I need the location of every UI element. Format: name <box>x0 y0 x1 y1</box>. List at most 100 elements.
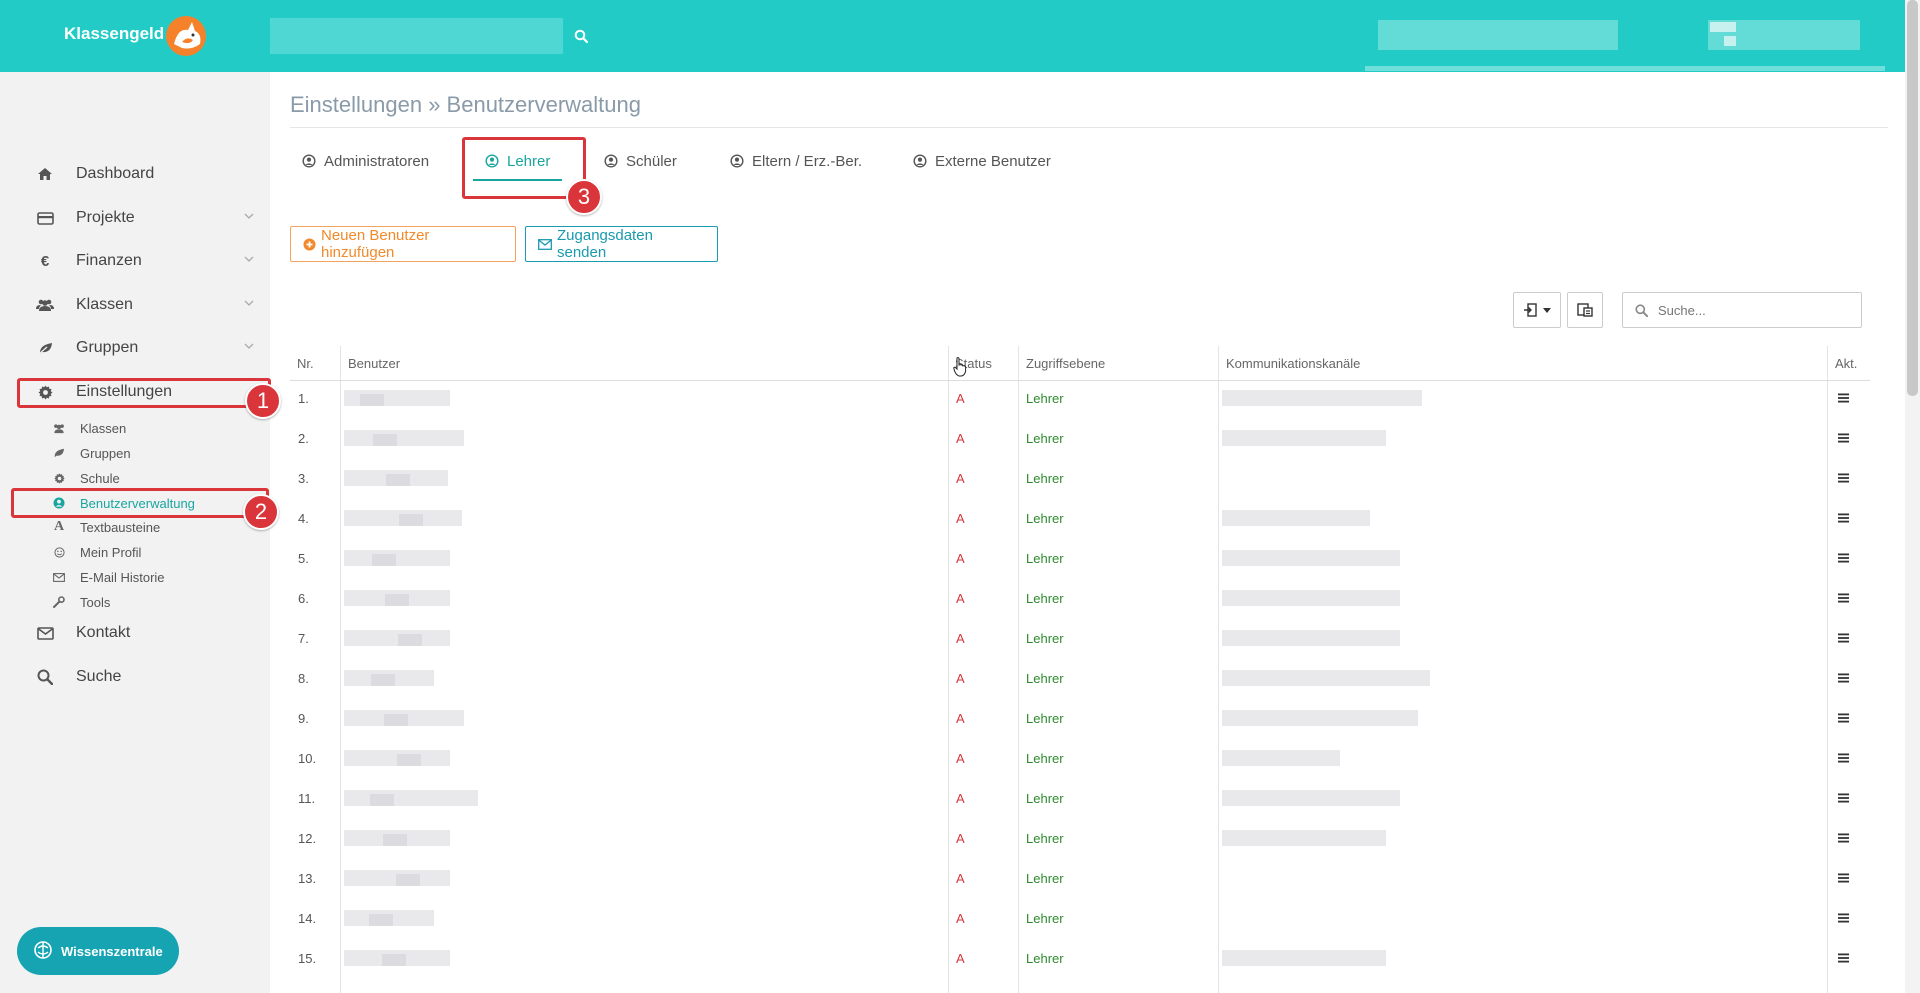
tab-eltern[interactable]: Eltern / Erz.-Ber. <box>730 148 862 174</box>
col-header-kommunikationskanaele[interactable]: Kommunikationskanäle <box>1226 356 1360 371</box>
top-bar: Klassengeld <box>0 0 1920 72</box>
table-row[interactable]: 2. A Lehrer <box>290 418 1870 458</box>
tab-schueler[interactable]: Schüler <box>604 148 677 174</box>
sidebar-subitem-schule[interactable]: Schule <box>52 467 120 489</box>
row-number: 14. <box>298 910 317 926</box>
user-name-blurred[interactable] <box>344 630 450 646</box>
columns-icon <box>1577 303 1593 317</box>
sidebar-item-klassen[interactable]: Klassen <box>34 290 264 320</box>
row-actions-menu-icon[interactable] <box>1838 618 1849 658</box>
col-header-zugriffsebene[interactable]: Zugriffsebene <box>1026 356 1105 371</box>
user-name-blurred[interactable] <box>344 430 464 446</box>
sidebar-item-kontakt[interactable]: Kontakt <box>34 618 264 648</box>
channels-blurred <box>1222 670 1430 686</box>
row-actions-menu-icon[interactable] <box>1838 738 1849 778</box>
user-circle-icon <box>302 154 316 168</box>
global-search-input[interactable] <box>270 18 563 54</box>
page-scrollbar-thumb[interactable] <box>1907 0 1918 396</box>
blur-detail <box>398 634 422 646</box>
row-actions-menu-icon[interactable] <box>1838 418 1849 458</box>
col-header-aktionen[interactable]: Akt. <box>1835 356 1857 371</box>
user-name-blurred[interactable] <box>344 790 478 806</box>
table-row[interactable]: 9. A Lehrer <box>290 698 1870 738</box>
row-actions-menu-icon[interactable] <box>1838 858 1849 898</box>
row-number: 3. <box>298 470 309 486</box>
table-row[interactable]: 15. A Lehrer <box>290 938 1870 978</box>
send-credentials-button[interactable]: Zugangsdaten senden <box>525 226 718 262</box>
wissenszentrale-button[interactable]: Wissenszentrale <box>17 927 179 975</box>
table-row[interactable]: 5. A Lehrer <box>290 538 1870 578</box>
sidebar-subitem-gruppen[interactable]: Gruppen <box>52 442 131 464</box>
mouse-cursor-icon <box>953 357 967 377</box>
sidebar-subitem-tools[interactable]: Tools <box>52 591 110 613</box>
row-actions-menu-icon[interactable] <box>1838 658 1849 698</box>
chevron-down-icon <box>244 343 254 349</box>
brand-name[interactable]: Klassengeld <box>64 24 164 44</box>
table-row[interactable]: 8. A Lehrer <box>290 658 1870 698</box>
row-actions-menu-icon[interactable] <box>1838 538 1849 578</box>
table-row[interactable]: 14. A Lehrer <box>290 898 1870 938</box>
row-actions-menu-icon[interactable] <box>1838 938 1849 978</box>
table-row[interactable]: 3. A Lehrer <box>290 458 1870 498</box>
table-row[interactable]: 6. A Lehrer <box>290 578 1870 618</box>
col-header-nr[interactable]: Nr. <box>297 356 314 371</box>
table-row[interactable]: 1. A Lehrer <box>290 378 1870 418</box>
table-row[interactable]: 10. A Lehrer <box>290 738 1870 778</box>
envelope-icon <box>52 572 66 582</box>
sidebar-subitem-label: Klassen <box>80 420 127 436</box>
sidebar-item-gruppen[interactable]: Gruppen <box>34 333 264 363</box>
columns-toggle-button[interactable] <box>1567 292 1603 328</box>
status-badge: A <box>956 750 965 766</box>
sidebar-item-label: Finanzen <box>76 252 142 269</box>
table-row[interactable]: 13. A Lehrer <box>290 858 1870 898</box>
channels-blurred <box>1222 830 1386 846</box>
sidebar-subitem-label: Gruppen <box>80 445 131 461</box>
col-header-benutzer[interactable]: Benutzer <box>348 356 400 371</box>
add-user-button[interactable]: Neuen Benutzer hinzufügen <box>290 226 516 262</box>
user-name-blurred[interactable] <box>344 550 450 566</box>
sidebar-subitem-label: Mein Profil <box>80 544 142 560</box>
envelope-icon <box>34 626 56 640</box>
user-info-blurred[interactable] <box>1378 20 1618 50</box>
sidebar-subitem-mein-profil[interactable]: Mein Profil <box>52 541 141 563</box>
row-number: 8. <box>298 670 309 686</box>
row-actions-menu-icon[interactable] <box>1838 698 1849 738</box>
table-row[interactable]: 4. A Lehrer <box>290 498 1870 538</box>
users-icon <box>52 423 66 434</box>
export-dropdown-button[interactable] <box>1513 292 1561 328</box>
sidebar-item-dashboard[interactable]: Dashboard <box>34 159 264 189</box>
table-row[interactable]: 7. A Lehrer <box>290 618 1870 658</box>
table-search[interactable] <box>1622 292 1862 328</box>
row-actions-menu-icon[interactable] <box>1838 898 1849 938</box>
sidebar-item-finanzen[interactable]: € Finanzen <box>34 246 264 276</box>
chevron-down-icon <box>244 300 254 306</box>
sidebar-item-label: Projekte <box>76 209 135 226</box>
row-actions-menu-icon[interactable] <box>1838 778 1849 818</box>
table-search-input[interactable] <box>1658 302 1848 318</box>
tab-label: Administratoren <box>324 152 430 170</box>
tab-administratoren[interactable]: Administratoren <box>302 148 429 174</box>
sidebar-subitem-klassen[interactable]: Klassen <box>52 417 126 439</box>
table-row[interactable]: 12. A Lehrer <box>290 818 1870 858</box>
leaf-icon <box>34 342 56 355</box>
status-badge: A <box>956 590 965 606</box>
annotation-badge-1: 1 <box>245 383 281 419</box>
row-actions-menu-icon[interactable] <box>1838 458 1849 498</box>
channels-blurred <box>1222 750 1340 766</box>
sidebar-subitem-email-historie[interactable]: E-Mail Historie <box>52 566 165 588</box>
channels-blurred <box>1222 550 1400 566</box>
search-button[interactable] <box>563 18 599 54</box>
sidebar-item-projekte[interactable]: Projekte <box>34 203 264 233</box>
sidebar-subitem-textbausteine[interactable]: A Textbausteine <box>52 516 160 538</box>
fox-logo-icon[interactable] <box>162 14 210 58</box>
tab-lehrer[interactable]: Lehrer <box>485 148 550 174</box>
sidebar-item-suche[interactable]: Suche <box>34 662 264 692</box>
sidebar-item-label: Kontakt <box>76 624 131 641</box>
table-row[interactable]: 11. A Lehrer <box>290 778 1870 818</box>
row-actions-menu-icon[interactable] <box>1838 498 1849 538</box>
row-actions-menu-icon[interactable] <box>1838 378 1849 418</box>
row-actions-menu-icon[interactable] <box>1838 818 1849 858</box>
row-actions-menu-icon[interactable] <box>1838 578 1849 618</box>
tab-externe-benutzer[interactable]: Externe Benutzer <box>913 148 1051 174</box>
gear-icon <box>52 472 66 484</box>
